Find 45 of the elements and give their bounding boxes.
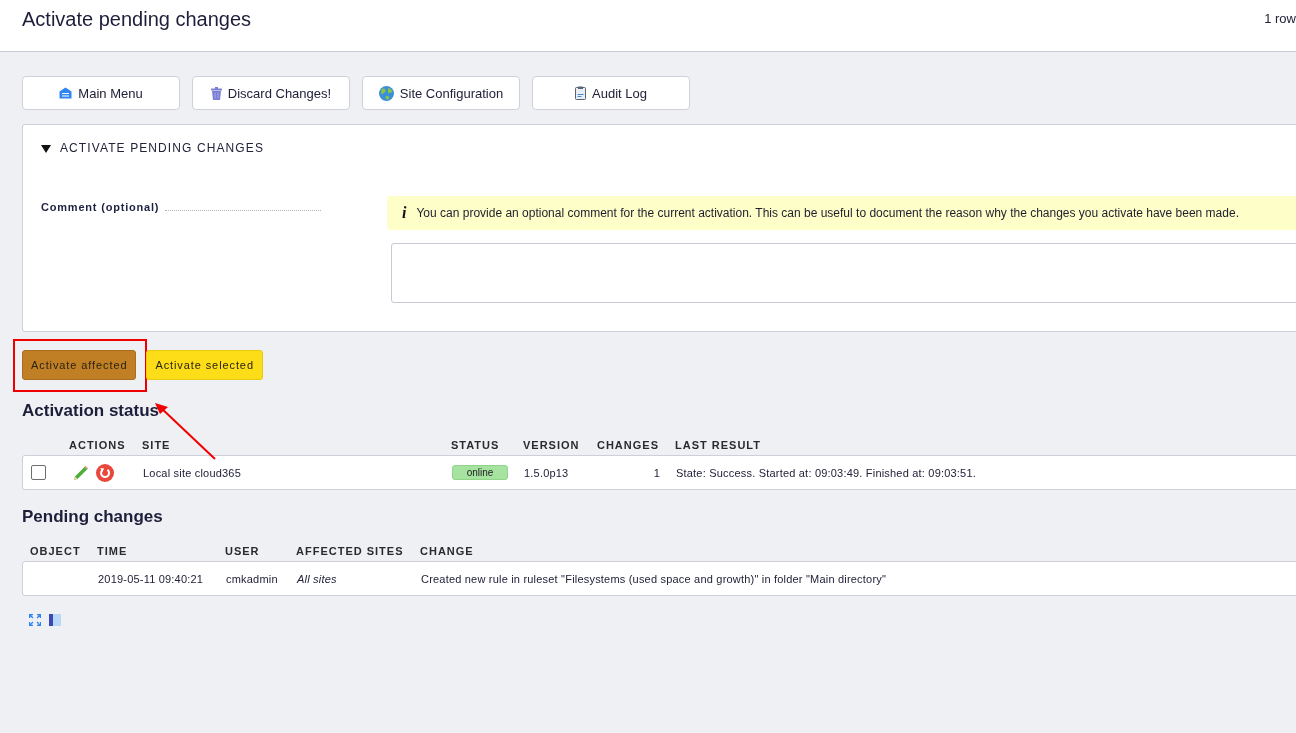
column-header: USER bbox=[225, 545, 260, 557]
column-header: OBJECT bbox=[29, 545, 81, 557]
row-count: 1 row bbox=[1264, 10, 1296, 28]
info-icon: i bbox=[402, 205, 407, 221]
section-title: Pending changes bbox=[22, 506, 163, 528]
column-header: STATUS bbox=[451, 439, 500, 451]
activate-button[interactable]: Activate affected bbox=[22, 350, 137, 380]
refresh-icon[interactable] bbox=[96, 463, 114, 482]
trash-icon bbox=[210, 86, 222, 100]
fullscreen-icon[interactable] bbox=[29, 614, 41, 626]
changes-cell-text: 1 bbox=[653, 466, 661, 479]
columns-icon[interactable] bbox=[49, 614, 61, 626]
toolbar-button[interactable]: Audit Log bbox=[532, 76, 690, 110]
sites-cell: All sites bbox=[297, 572, 337, 585]
version-cell: 1.5.0p13 bbox=[524, 466, 569, 479]
status-badge: online bbox=[452, 465, 508, 480]
column-header: ACTIONS bbox=[69, 439, 126, 451]
toolbar-button[interactable]: Site Configuration bbox=[362, 76, 520, 110]
column-header: SITE bbox=[142, 439, 171, 451]
result-cell: State: Success. Started at: 09:03:49. Finished at: 09:03:51. bbox=[676, 466, 976, 479]
page-title: Activate pending changes bbox=[22, 7, 252, 31]
globe-icon bbox=[378, 85, 394, 101]
change-cell: Created new rule in ruleset "Filesystems (used space and growth)" in folder "Main directory" bbox=[421, 572, 887, 585]
row-checkbox[interactable] bbox=[31, 465, 46, 480]
section-title: Activation status bbox=[22, 400, 159, 422]
clipboard-icon bbox=[575, 86, 587, 100]
toolbar-button[interactable]: Discard Changes! bbox=[192, 76, 350, 110]
activate-button[interactable]: Activate selected bbox=[146, 350, 263, 380]
triangle-icon[interactable] bbox=[41, 143, 51, 153]
help-text: You can provide an optional comment for the current activation. This can be useful to document the reason why the changes you activate have been made. bbox=[416, 206, 1239, 220]
comment-label: Comment (optional) bbox=[41, 201, 160, 213]
site-cell: Local site cloud365 bbox=[143, 466, 241, 479]
column-header: AFFECTED SITES bbox=[296, 545, 404, 557]
home-icon bbox=[59, 87, 73, 99]
column-header: CHANGE bbox=[420, 545, 474, 557]
column-header: LAST RESULT bbox=[675, 439, 761, 451]
toolbar-button[interactable]: Main Menu bbox=[22, 76, 180, 110]
column-header: TIME bbox=[97, 545, 128, 557]
comment-field[interactable] bbox=[391, 243, 1296, 303]
column-header: VERSION bbox=[523, 439, 580, 451]
pencil-icon[interactable] bbox=[72, 463, 90, 482]
column-header: CHANGES bbox=[597, 439, 660, 451]
user-cell: cmkadmin bbox=[226, 572, 278, 585]
panel-title: ACTIVATE PENDING CHANGES bbox=[60, 141, 264, 155]
time-cell: 2019-05-11 09:40:21 bbox=[98, 572, 204, 585]
